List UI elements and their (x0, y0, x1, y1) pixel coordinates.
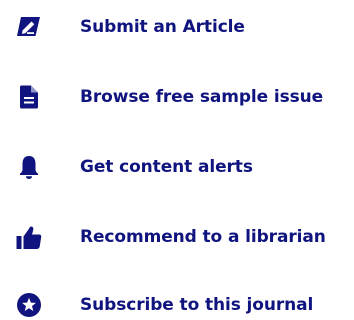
pencil-square-icon (16, 14, 42, 40)
browse-sample-issue-link[interactable]: Browse free sample issue (0, 78, 354, 122)
subscribe-journal-link[interactable]: Subscribe to this journal (0, 286, 354, 320)
thumbs-up-icon (16, 224, 42, 250)
star-circle-icon (16, 292, 42, 318)
browse-sample-issue-label: Browse free sample issue (80, 87, 324, 107)
document-icon (16, 84, 42, 110)
journal-actions-panel: Submit an Article Browse free sample iss… (0, 0, 354, 320)
content-alerts-link[interactable]: Get content alerts (0, 148, 354, 192)
recommend-librarian-link[interactable]: Recommend to a librarian (0, 218, 354, 262)
submit-article-link[interactable]: Submit an Article (0, 8, 354, 52)
recommend-librarian-label: Recommend to a librarian (80, 227, 326, 247)
bell-icon (16, 154, 42, 180)
submit-article-label: Submit an Article (80, 17, 245, 37)
content-alerts-label: Get content alerts (80, 157, 253, 177)
subscribe-journal-label: Subscribe to this journal (80, 295, 314, 315)
